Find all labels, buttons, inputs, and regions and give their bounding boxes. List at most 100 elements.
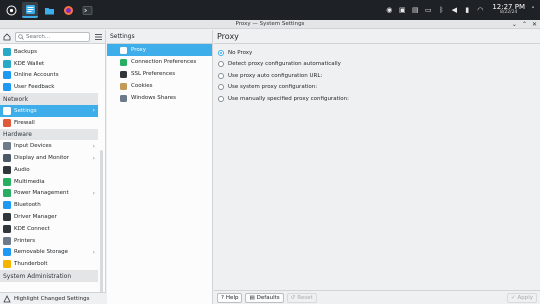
network-settings-column: Settings Proxy Connection Preferences SSL … [107, 30, 213, 304]
radio-button[interactable] [218, 61, 224, 68]
highlight-changed-settings-button[interactable]: Highlight Changed Settings [0, 292, 106, 304]
clock[interactable]: 12:27 PM 8/22/24 [492, 3, 525, 16]
sidebar-item-display-and-monitor[interactable]: Display and Monitor › [0, 152, 98, 164]
apply-label: Apply [517, 294, 533, 301]
sidebar-item-label: KDE Wallet [14, 60, 45, 67]
section-header-network: Network [0, 93, 98, 105]
sidebar-item-bluetooth[interactable]: Bluetooth [0, 199, 98, 211]
chevron-right-icon: › [92, 248, 95, 256]
minimize-icon[interactable]: ⌄ [512, 20, 517, 29]
ssl-preferences-icon [120, 70, 127, 78]
online-accounts-icon [3, 71, 11, 80]
battery-icon[interactable]: ▮ [463, 6, 471, 14]
sidebar-item-thunderbolt[interactable]: Thunderbolt [0, 258, 98, 270]
sidebar-item-kde-wallet[interactable]: KDE Wallet [0, 58, 98, 70]
proxy-option-use-system-proxy-configuration[interactable]: Use system proxy configuration: [214, 82, 540, 94]
settings-item-label: SSL Preferences [131, 71, 176, 77]
proxy-option-label: Detect proxy configuration automatically [228, 61, 341, 68]
display-icon[interactable]: ▭ [424, 6, 432, 14]
system-settings-window: Proxy — System Settings ⌄ ⌃ ✕ Search... … [0, 20, 540, 304]
terminal-icon[interactable] [79, 2, 95, 18]
close-icon[interactable]: ✕ [532, 20, 537, 29]
reset-label: Reset [297, 294, 313, 301]
help-label: Help [225, 294, 239, 301]
home-button[interactable] [2, 32, 12, 42]
button-bar: ? Help ▤ Defaults ↺ Reset ✓ Apply [214, 290, 540, 304]
removable-storage-icon [3, 248, 11, 257]
sidebar-item-backups[interactable]: Backups [0, 46, 98, 58]
search-input[interactable]: Search... [15, 31, 90, 42]
clipboard-icon[interactable]: ▣ [398, 6, 406, 14]
user-feedback-icon [3, 83, 11, 92]
sidebar-item-label: Bluetooth [14, 202, 41, 209]
sidebar-item-settings[interactable]: Settings › [0, 104, 98, 117]
sidebar-item-label: Audio [14, 166, 30, 173]
sidebar-item-removable-storage[interactable]: Removable Storage › [0, 247, 98, 259]
defaults-button[interactable]: ▤ Defaults [245, 292, 284, 303]
sidebar-item-power-management[interactable]: Power Management › [0, 188, 98, 200]
cookies-icon [120, 82, 127, 90]
bluetooth-icon[interactable]: ᛒ [437, 6, 445, 14]
sidebar-item-input-devices[interactable]: Input Devices › [0, 140, 98, 152]
network-icon[interactable]: ◠ [476, 6, 484, 14]
sidebar-item-printers[interactable]: Printers [0, 235, 98, 247]
kde-connect-icon [3, 224, 11, 233]
radio-button[interactable] [218, 95, 224, 102]
windows-shares-icon [120, 94, 127, 102]
firefox-icon[interactable] [60, 2, 76, 18]
proxy-panel: Proxy No Proxy Detect proxy configuration… [214, 30, 540, 304]
proxy-option-no-proxy[interactable]: No Proxy [214, 47, 540, 59]
proxy-option-use-proxy-auto-configuration-url[interactable]: Use proxy auto configuration URL: [214, 70, 540, 82]
help-button[interactable]: ? Help [217, 292, 243, 303]
reset-button[interactable]: ↺ Reset [286, 292, 317, 303]
reset-icon: ↺ [290, 294, 296, 301]
radio-button[interactable] [218, 72, 224, 79]
chevron-right-icon: › [92, 154, 95, 162]
settings-item-cookies[interactable]: Cookies [107, 80, 212, 92]
system-tray: ◉ ▣ ▤ ▭ ᛒ ◀ ▮ ◠ [385, 6, 484, 14]
home-icon [3, 32, 11, 40]
settings-item-windows-shares[interactable]: Windows Shares [107, 92, 212, 104]
volume-icon[interactable]: ◀ [450, 6, 458, 14]
radio-button[interactable] [218, 49, 224, 56]
sidebar-item-driver-manager[interactable]: Driver Manager [0, 211, 98, 223]
power-management-icon [3, 189, 11, 198]
sidebar-item-kde-connect[interactable]: KDE Connect [0, 223, 98, 235]
sidebar-scrollbar[interactable] [100, 150, 103, 300]
maximize-icon[interactable]: ⌃ [522, 20, 527, 29]
kde-launcher-icon[interactable] [3, 2, 19, 18]
sidebar-item-online-accounts[interactable]: Online Accounts [0, 70, 98, 82]
apply-button[interactable]: ✓ Apply [506, 292, 537, 303]
sidebar-item-multimedia[interactable]: Multimedia [0, 176, 98, 188]
page-title: Proxy [214, 30, 540, 44]
proxy-option-detect-proxy-configuration-automatically[interactable]: Detect proxy configuration automatically [214, 59, 540, 71]
sidebar-item-label: Driver Manager [14, 214, 57, 221]
device-notifier-icon[interactable]: ▤ [411, 6, 419, 14]
file-manager-icon[interactable] [41, 2, 57, 18]
defaults-label: Defaults [256, 294, 280, 301]
settings-item-connection-preferences[interactable]: Connection Preferences [107, 56, 212, 68]
settings-item-ssl-preferences[interactable]: SSL Preferences [107, 68, 212, 80]
highlight-label: Highlight Changed Settings [14, 295, 90, 302]
sidebar-item-audio[interactable]: Audio [0, 164, 98, 176]
proxy-option-label: No Proxy [228, 49, 253, 56]
kde-wallet-icon [3, 59, 11, 68]
sidebar-item-firewall[interactable]: Firewall [0, 117, 98, 129]
settings-item-proxy[interactable]: Proxy [107, 44, 212, 56]
system-settings-task-icon[interactable] [22, 2, 38, 18]
hamburger-menu-button[interactable] [93, 32, 103, 42]
sidebar-item-label: Multimedia [14, 178, 45, 185]
sidebar-item-user-feedback[interactable]: User Feedback [0, 81, 98, 93]
proxy-option-use-manually-specified-proxy-configuration[interactable]: Use manually specified proxy configurati… [214, 93, 540, 105]
network-settings-list: Proxy Connection Preferences SSL Preferenc… [107, 44, 212, 104]
steam-icon[interactable]: ◉ [385, 6, 393, 14]
settings-item-label: Connection Preferences [131, 59, 197, 65]
sidebar-item-label: Input Devices [14, 143, 52, 150]
sidebar-item-label: Power Management [14, 190, 69, 197]
radio-button[interactable] [218, 84, 224, 91]
input-devices-icon [3, 142, 11, 151]
search-placeholder: Search... [26, 33, 51, 40]
sidebar-item-label: KDE Connect [14, 225, 50, 232]
help-icon: ? [221, 294, 224, 301]
tray-expand-icon[interactable]: ˄ [529, 6, 537, 14]
